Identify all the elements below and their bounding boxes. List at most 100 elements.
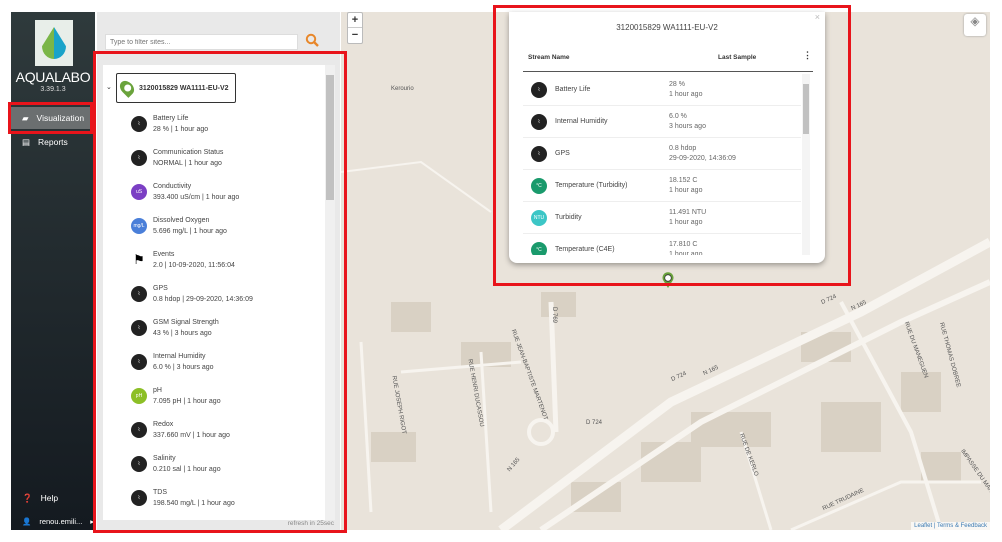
map-attribution: Leaflet | Terms & Feedback [911, 522, 990, 530]
stream-value: 6.0 % | 3 hours ago [153, 364, 214, 371]
stream-name: Internal Humidity [555, 118, 608, 125]
sample-time: 1 hour ago [669, 218, 703, 226]
stream-name: Redox [153, 421, 174, 428]
stream-item[interactable]: ⌇ Communication Status NORMAL | 1 hour ago [131, 147, 223, 169]
site-panel: ⌄ 3120015829 WA1111-EU-V2 ⌇ Battery Life 2… [97, 12, 340, 530]
popup-row[interactable]: ⌇ Battery Life 28 % 1 hour ago [523, 74, 801, 106]
collapse-chevron-icon[interactable]: ⌄ [106, 83, 112, 91]
nav-help[interactable]: ❓ Help [11, 487, 91, 509]
nav-reports[interactable]: ▤ Reports [11, 131, 91, 153]
water-drop-icon [42, 27, 66, 59]
zoom-out-button[interactable]: − [348, 28, 362, 43]
sensor-icon: ⌇ [531, 81, 547, 98]
more-vertical-icon[interactable]: ⋮ [803, 50, 812, 61]
stream-name: TDS [153, 489, 167, 496]
stream-name: Internal Humidity [153, 353, 206, 360]
stream-value: 2.0 | 10-09-2020, 11:56:04 [153, 262, 235, 269]
zoom-in-button[interactable]: + [348, 13, 362, 28]
stream-item[interactable]: ⚑ Events 2.0 | 10-09-2020, 11:56:04 [131, 249, 235, 271]
stream-item[interactable]: ⌇ Salinity 0.210 sal | 1 hour ago [131, 453, 221, 475]
stream-name: Events [153, 251, 175, 258]
stream-name: Battery Life [555, 86, 591, 93]
popup-row[interactable]: ⌇ GPS 0.8 hdop 29-09-2020, 14:36:09 [523, 138, 801, 170]
sample-value: 17.810 C [669, 240, 698, 248]
sensor-type-icon: °C [531, 177, 547, 194]
sensor-icon: ⌇ [131, 490, 147, 506]
sample-value: 0.8 hdop [669, 144, 697, 152]
column-stream-name: Stream Name [528, 54, 570, 61]
nav-label: Reports [38, 137, 68, 147]
sensor-type-icon: uS [131, 184, 147, 200]
list-scrollbar[interactable] [325, 65, 335, 520]
popup-scrollbar[interactable] [802, 74, 810, 255]
sample-time: 3 hours ago [669, 122, 706, 130]
leaflet-link[interactable]: Leaflet [914, 523, 932, 529]
sample-value: 28 % [669, 80, 685, 88]
site-item[interactable]: 3120015829 WA1111-EU-V2 [116, 73, 236, 103]
filter-sites-input[interactable] [105, 34, 298, 50]
document-icon: ▤ [22, 136, 31, 147]
stream-value: 0.210 sal | 1 hour ago [153, 466, 221, 473]
popup-close-button[interactable]: × [815, 12, 820, 22]
stream-item[interactable]: ⌇ Battery Life 28 % | 1 hour ago [131, 113, 208, 135]
sensor-icon: ⌇ [131, 354, 147, 370]
refresh-countdown: refresh in 25sec [287, 520, 334, 527]
version: 3.39.1.3 [40, 86, 66, 93]
terms-link[interactable]: Terms & Feedback [937, 523, 987, 529]
sensor-icon: ⌇ [131, 422, 147, 438]
sensor-icon: ⌇ [531, 145, 547, 162]
layers-icon: ◈ [970, 14, 980, 28]
sensor-icon: ⌇ [131, 320, 147, 336]
stream-name: GSM Signal Strength [153, 319, 219, 326]
user-menu[interactable]: 👤 renou.emili... ▸ [11, 510, 94, 532]
sample-time: 1 hour ago [669, 250, 703, 256]
sample-time: 1 hour ago [669, 90, 703, 98]
stream-item[interactable]: ⌇ GPS 0.8 hdop | 29-09-2020, 14:36:09 [131, 283, 253, 305]
sensor-type-icon: pH [131, 388, 147, 404]
stream-item[interactable]: mg/L Dissolved Oxygen 5.696 mg/L | 1 hour … [131, 215, 227, 237]
stream-name: Temperature (C4E) [555, 246, 615, 253]
sample-value: 11.491 NTU [669, 208, 707, 216]
sensor-type-icon: NTU [531, 209, 547, 226]
stream-name: Turbidity [555, 214, 582, 221]
stream-value: 28 % | 1 hour ago [153, 126, 209, 133]
stream-item[interactable]: ⌇ Internal Humidity 6.0 % | 3 hours ago [131, 351, 214, 373]
sample-time: 29-09-2020, 14:36:09 [669, 154, 736, 162]
map-label: D 724 [586, 420, 603, 426]
popup-row[interactable]: ⌇ Internal Humidity 6.0 % 3 hours ago [523, 106, 801, 138]
popup-row[interactable]: °C Temperature (C4E) 17.810 C 1 hour ago [523, 234, 801, 255]
user-icon: 👤 [22, 516, 32, 526]
popup-table-body: ⌇ Battery Life 28 % 1 hour ago ⌇ Internal Hum… [523, 74, 801, 255]
map-pin-icon [117, 78, 137, 98]
stream-value: 5.696 mg/L | 1 hour ago [153, 228, 227, 235]
sample-value: 18.152 C [669, 176, 698, 184]
nav-visualization[interactable]: ▰ Visualization [11, 107, 91, 129]
popup-table-header: Stream Name Last Sample ⋮ [523, 50, 813, 72]
popup-row[interactable]: °C Temperature (Turbidity) 18.152 C 1 hour … [523, 170, 801, 202]
stream-value: 337.660 mV | 1 hour ago [153, 432, 230, 439]
stream-name: Communication Status [153, 149, 224, 156]
sensor-icon: ⌇ [131, 456, 147, 472]
stream-name: GPS [555, 150, 570, 157]
aqualabo-logo [35, 20, 73, 66]
flag-icon: ⚑ [133, 252, 145, 267]
sensor-type-icon: mg/L [131, 218, 147, 234]
stream-name: pH [153, 387, 162, 394]
layers-button[interactable]: ◈ [964, 14, 986, 36]
nav-label: Help [40, 493, 59, 503]
stream-item[interactable]: uS Conductivity 393.400 uS/cm | 1 hour ago [131, 181, 239, 203]
stream-name: Temperature (Turbidity) [555, 182, 628, 189]
popup-row[interactable]: NTU Turbidity 11.491 NTU 1 hour ago [523, 202, 801, 234]
column-last-sample: Last Sample [718, 54, 757, 61]
nav-label: Visualization [36, 113, 85, 123]
stream-item[interactable]: ⌇ GSM Signal Strength 43 % | 3 hours ago [131, 317, 219, 339]
sensor-icon: ⌇ [131, 286, 147, 302]
site-map-marker[interactable] [662, 272, 674, 288]
stream-item[interactable]: pH pH 7.095 pH | 1 hour ago [131, 385, 221, 407]
help-icon: ❓ [22, 492, 33, 503]
search-icon[interactable] [305, 33, 319, 47]
sidebar: AQUALABO 3.39.1.3 ▰ Visualization ▤ Report… [11, 12, 95, 530]
stream-name: GPS [153, 285, 168, 292]
stream-item[interactable]: ⌇ TDS 198.540 mg/L | 1 hour ago [131, 487, 235, 509]
stream-item[interactable]: ⌇ Redox 337.660 mV | 1 hour ago [131, 419, 230, 441]
